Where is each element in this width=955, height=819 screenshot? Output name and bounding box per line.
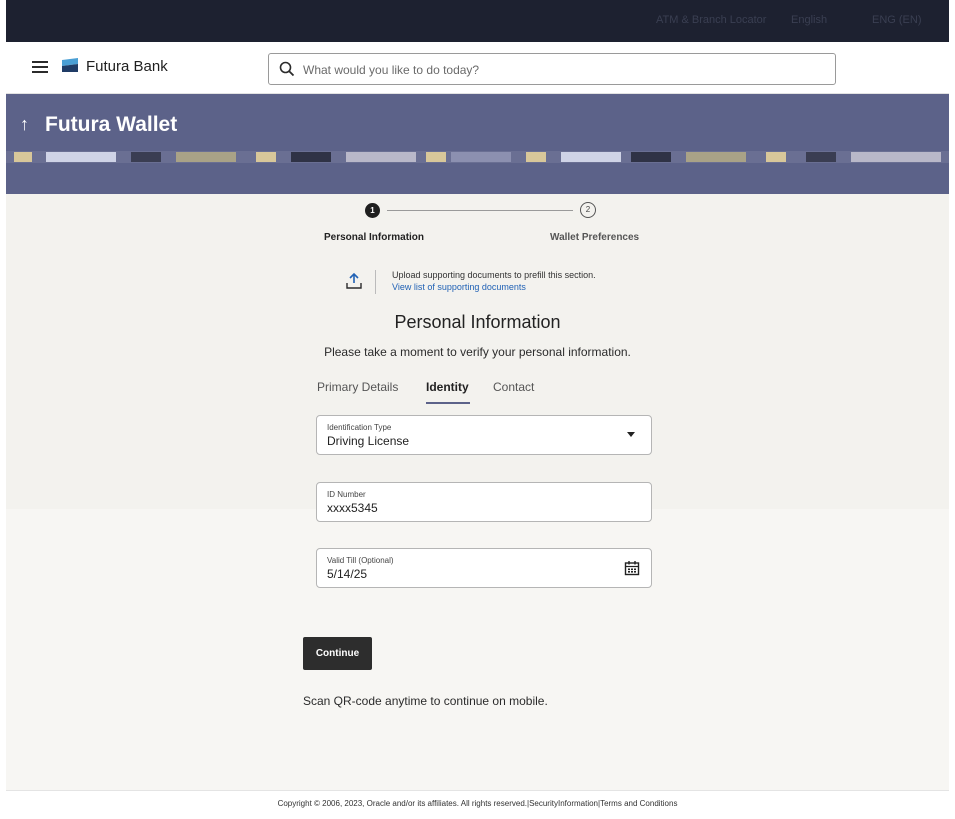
step-2-indicator[interactable]: 2 — [580, 202, 596, 218]
upload-divider — [375, 270, 376, 294]
brand-name: Futura Bank — [86, 58, 168, 75]
atm-branch-locator-link[interactable]: ATM & Branch Locator — [656, 14, 766, 26]
page-title: Personal Information — [394, 312, 561, 332]
page-banner-title: Futura Wallet — [45, 113, 178, 136]
decorative-pattern-strip — [6, 151, 949, 163]
upload-documents-prompt: Upload supporting documents to prefill t… — [345, 270, 665, 298]
app-header: Futura Bank — [6, 42, 949, 94]
step-2-label: Wallet Preferences — [550, 232, 640, 243]
supporting-documents-link[interactable]: View list of supporting documents — [392, 282, 526, 292]
identification-type-select[interactable]: Identification Type Driving License — [316, 415, 652, 455]
id-number-value: xxxx5345 — [327, 501, 378, 515]
futura-bank-logo — [62, 58, 78, 72]
calendar-icon[interactable] — [624, 560, 640, 576]
page-footer: Copyright © 2006, 2023, Oracle and/or it… — [6, 790, 949, 819]
step-1-label: Personal Information — [324, 232, 425, 243]
dropdown-caret-icon — [627, 432, 635, 437]
upload-instructions: Upload supporting documents to prefill t… — [392, 270, 596, 280]
id-number-field[interactable]: ID Number xxxx5345 — [316, 482, 652, 522]
progress-stepper: 1 2 Personal Information Wallet Preferen… — [302, 201, 652, 246]
identification-type-label: Identification Type — [327, 423, 392, 432]
qr-code-hint: Scan QR-code anytime to continue on mobi… — [303, 694, 548, 708]
page-subtitle: Please take a moment to verify your pers… — [324, 345, 631, 359]
hamburger-menu-icon[interactable] — [32, 61, 48, 73]
footer-copyright: Copyright © 2006, 2023, Oracle and/or it… — [277, 799, 678, 808]
top-utility-bar: ATM & Branch Locator English ENG (EN) — [6, 0, 949, 42]
continue-button[interactable]: Continue — [303, 637, 372, 670]
tab-primary-details[interactable]: Primary Details — [317, 380, 398, 394]
valid-till-field[interactable]: Valid Till (Optional) 5/14/25 — [316, 548, 652, 588]
step-connector — [387, 210, 573, 211]
upload-icon[interactable] — [345, 272, 363, 290]
search-input[interactable] — [303, 60, 803, 80]
valid-till-value: 5/14/25 — [327, 567, 368, 581]
valid-till-label: Valid Till (Optional) — [327, 556, 394, 565]
tab-identity[interactable]: Identity — [426, 380, 469, 394]
identification-type-value: Driving License — [327, 434, 410, 448]
tab-contact[interactable]: Contact — [493, 380, 534, 394]
active-tab-indicator — [426, 402, 470, 404]
language-selector[interactable]: English — [791, 14, 827, 26]
back-arrow-icon[interactable]: ↑ — [20, 114, 29, 135]
step-1-indicator[interactable]: 1 — [365, 203, 380, 218]
page-banner: ↑ Futura Wallet — [6, 94, 949, 194]
search-box[interactable] — [268, 53, 836, 85]
app-frame: ATM & Branch Locator English ENG (EN) Fu… — [6, 0, 949, 819]
locale-selector[interactable]: ENG (EN) — [872, 14, 922, 26]
search-icon — [279, 61, 295, 77]
id-number-label: ID Number — [327, 490, 366, 499]
